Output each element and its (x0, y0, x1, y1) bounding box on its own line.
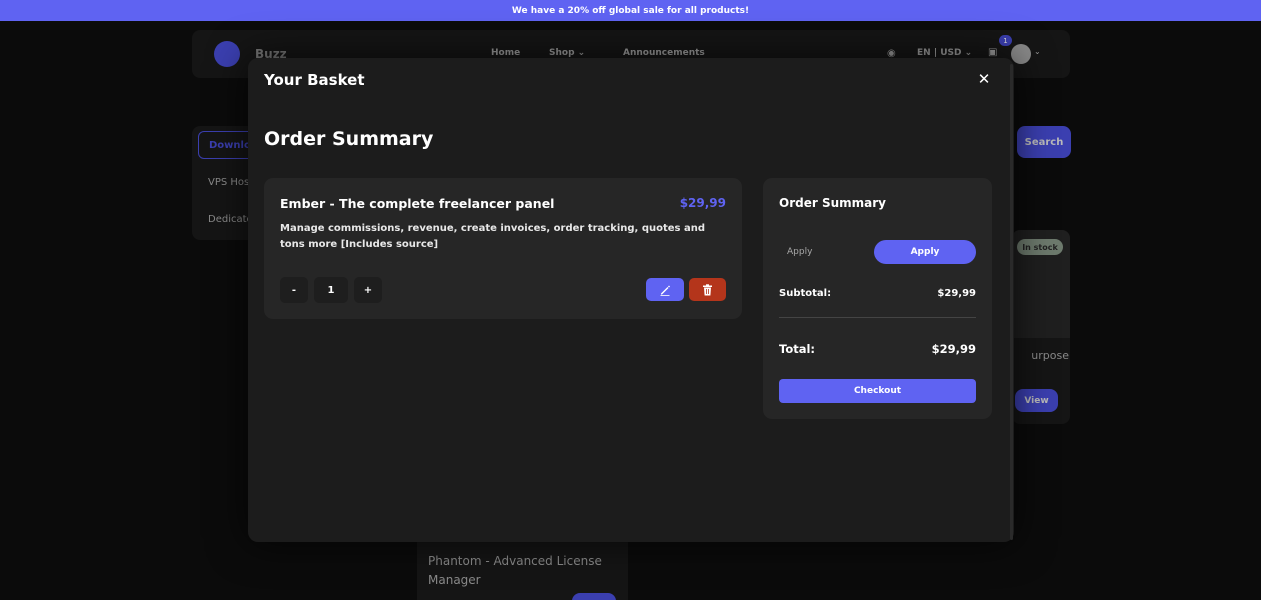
pencil-icon (660, 285, 670, 296)
item-description: Manage commissions, revenue, create invo… (280, 223, 706, 250)
product-title: urpose (1031, 349, 1069, 362)
subtotal-label: Subtotal: (779, 288, 832, 299)
modal-scrollbar[interactable] (1010, 64, 1013, 540)
cart-count-badge: 1 (999, 35, 1012, 46)
summary-title: Order Summary (779, 196, 886, 210)
modal-title: Your Basket (264, 71, 365, 89)
avatar[interactable] (1011, 44, 1031, 64)
nav-home[interactable]: Home (491, 48, 520, 58)
brand-logo[interactable] (214, 41, 246, 67)
chevron-down-icon[interactable]: ⌄ (1034, 47, 1041, 56)
checkout-button[interactable]: Checkout (779, 379, 976, 403)
subtotal-value: $29,99 (937, 288, 976, 299)
product-title: Phantom - Advanced License Manager (428, 554, 602, 587)
quantity-value[interactable]: 1 (314, 277, 348, 303)
nav-announcements[interactable]: Announcements (623, 48, 705, 58)
quantity-increase-button[interactable]: + (354, 277, 382, 303)
summary-divider (779, 317, 976, 318)
apply-coupon-button[interactable]: Apply (874, 240, 976, 264)
item-name: Ember - The complete freelancer panel (280, 196, 555, 211)
coupon-input[interactable] (779, 240, 871, 264)
quantity-decrease-button[interactable]: - (280, 277, 308, 303)
view-button[interactable]: View (1015, 389, 1058, 412)
trash-icon (703, 283, 712, 295)
total-value: $29,99 (931, 342, 976, 356)
total-label: Total: (779, 342, 816, 356)
nav-shop[interactable]: Shop ⌄ (549, 48, 585, 58)
view-button[interactable] (572, 593, 616, 600)
delete-item-button[interactable] (689, 278, 726, 301)
promo-banner: We have a 20% off global sale for all pr… (0, 0, 1261, 21)
chevron-down-icon: ⌄ (964, 48, 973, 58)
chevron-down-icon: ⌄ (577, 48, 586, 58)
cart-icon[interactable]: ▣ (988, 47, 997, 58)
locale-selector[interactable]: EN | USD ⌄ (917, 48, 972, 58)
close-icon[interactable]: ✕ (975, 70, 993, 88)
edit-item-button[interactable] (646, 278, 684, 301)
search-button[interactable]: Search (1017, 126, 1071, 158)
order-summary-heading: Order Summary (264, 128, 434, 150)
stock-badge: In stock (1017, 239, 1063, 255)
item-price: $29,99 (679, 196, 726, 210)
